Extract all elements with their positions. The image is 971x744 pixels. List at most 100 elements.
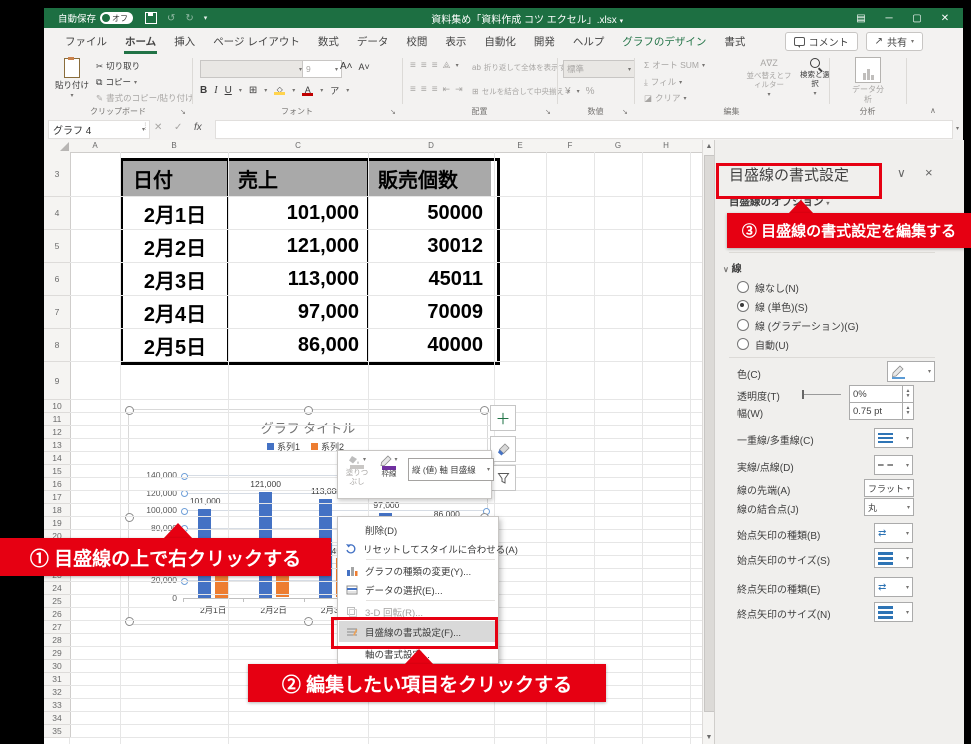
- tab-自動化[interactable]: 自動化: [475, 28, 525, 54]
- spin-field-透明度(T)[interactable]: 0%: [849, 385, 903, 403]
- redo-icon[interactable]: ↻: [185, 13, 193, 24]
- underline-button[interactable]: U: [225, 85, 232, 96]
- font-color-icon[interactable]: A: [302, 86, 313, 96]
- font-size-combo[interactable]: 9▾: [302, 60, 342, 78]
- combo-線の結合点(J)[interactable]: 丸▾: [864, 498, 914, 516]
- fill-button[interactable]: ⤓フィル▾: [644, 76, 682, 88]
- row-header-15[interactable]: 15: [44, 465, 71, 478]
- menu-item-1[interactable]: 削除(D): [339, 520, 497, 539]
- cell-r4c2[interactable]: 50000: [368, 197, 491, 230]
- cell-header-売上[interactable]: 売上: [228, 161, 368, 197]
- row-header-26[interactable]: 26: [44, 608, 71, 621]
- transparency-slider-thumb[interactable]: [802, 390, 804, 399]
- ribbon-display-options-icon[interactable]: ▤: [847, 13, 875, 24]
- clipboard-dialog-launcher-icon[interactable]: ↘: [180, 108, 186, 116]
- chart-selection-handle[interactable]: [125, 617, 134, 626]
- chart-element-selector[interactable]: 縦 (値) 軸 目盛線▾: [408, 458, 494, 481]
- tab-校閲[interactable]: 校閲: [397, 28, 436, 54]
- row-header-30[interactable]: 30: [44, 660, 71, 673]
- menu-item-3[interactable]: グラフの種類の変更(Y)...: [339, 561, 497, 580]
- save-icon[interactable]: [145, 12, 157, 24]
- chart-selection-handle[interactable]: [304, 617, 313, 626]
- dropdown-終点矢印のサイズ(N)[interactable]: ▾: [874, 602, 913, 622]
- font-dialog-launcher-icon[interactable]: ↘: [390, 108, 396, 116]
- menu-item-2[interactable]: リセットしてスタイルに合わせる(A): [339, 539, 497, 558]
- transparency-slider-track[interactable]: [803, 394, 841, 395]
- formula-input[interactable]: [215, 120, 953, 139]
- cell-r5c1[interactable]: 121,000: [228, 230, 368, 263]
- row-header-9[interactable]: 9: [44, 362, 71, 400]
- cell-r6c1[interactable]: 113,000: [228, 263, 368, 296]
- fill-color-icon[interactable]: ◇: [274, 86, 285, 95]
- spin-arrows[interactable]: ▲▼: [903, 385, 914, 403]
- cell-r8c1[interactable]: 86,000: [228, 329, 368, 362]
- dropdown-始点矢印のサイズ(S)[interactable]: ▾: [874, 548, 913, 568]
- comments-button[interactable]: コメント: [785, 32, 858, 51]
- tab-データ[interactable]: データ: [348, 28, 398, 54]
- tab-開発[interactable]: 開発: [525, 28, 564, 54]
- outline-color-button[interactable]: ▾ 枠線: [376, 455, 402, 479]
- cell-header-販売個数[interactable]: 販売個数: [368, 161, 491, 197]
- row-header-12[interactable]: 12: [44, 426, 71, 439]
- row-header-8[interactable]: 8: [44, 329, 71, 362]
- cell-header-日付[interactable]: 日付: [123, 161, 228, 197]
- radio-線なし(N)[interactable]: 線なし(N): [737, 279, 799, 295]
- line-section-header[interactable]: ∨ 線: [723, 260, 742, 275]
- row-header-16[interactable]: 16: [44, 478, 71, 491]
- radio-線 (単色)(S)[interactable]: 線 (単色)(S): [737, 298, 808, 314]
- row-header-27[interactable]: 27: [44, 621, 71, 634]
- radio-自動(U)[interactable]: 自動(U): [737, 336, 789, 352]
- tab-表示[interactable]: 表示: [436, 28, 475, 54]
- chart-selection-handle[interactable]: [125, 513, 134, 522]
- cell-r5c0[interactable]: 2月2日: [123, 230, 228, 263]
- cell-r4c0[interactable]: 2月1日: [123, 197, 228, 230]
- decrease-font-icon[interactable]: A˅: [359, 62, 370, 72]
- dropdown-始点矢印の種類(B)[interactable]: ⇄▾: [874, 523, 913, 543]
- cell-r5c2[interactable]: 30012: [368, 230, 491, 263]
- enter-icon[interactable]: ✓: [174, 122, 182, 133]
- spin-arrows[interactable]: ▲▼: [903, 402, 914, 420]
- cell-r6c0[interactable]: 2月3日: [123, 263, 228, 296]
- minimize-button[interactable]: ─: [875, 13, 903, 24]
- undo-icon[interactable]: ↺: [167, 13, 175, 24]
- row-header-33[interactable]: 33: [44, 699, 71, 712]
- paste-button[interactable]: 貼り付け▾: [54, 58, 90, 99]
- data-analysis-button[interactable]: データ分析: [842, 57, 894, 104]
- pane-collapse-icon[interactable]: ∨: [897, 166, 906, 180]
- chart-title[interactable]: グラフ タイトル: [129, 418, 487, 437]
- column-header-A[interactable]: A: [70, 140, 121, 153]
- quick-access-caret-icon[interactable]: ▾: [204, 14, 208, 22]
- row-header-32[interactable]: 32: [44, 686, 71, 699]
- chart-elements-button[interactable]: ＋: [490, 405, 516, 431]
- valign-icons[interactable]: ≡≡≡⟁▾: [410, 60, 459, 71]
- format-painter-button[interactable]: ✎書式のコピー/貼り付け: [96, 92, 194, 104]
- tab-ページ レイアウト[interactable]: ページ レイアウト: [204, 28, 309, 54]
- column-header-C[interactable]: C: [228, 140, 369, 153]
- cell-r7c0[interactable]: 2月4日: [123, 296, 228, 329]
- percent-icon[interactable]: %: [586, 86, 595, 97]
- cell-r8c0[interactable]: 2月5日: [123, 329, 228, 362]
- combo-線の先端(A)[interactable]: フラット▾: [864, 479, 914, 497]
- cell-r6c2[interactable]: 45011: [368, 263, 491, 296]
- cell-r7c2[interactable]: 70009: [368, 296, 491, 329]
- cell-r4c1[interactable]: 101,000: [228, 197, 368, 230]
- tab-ファイル[interactable]: ファイル: [56, 28, 116, 54]
- share-button[interactable]: ↗共有▾: [866, 32, 923, 51]
- column-header-D[interactable]: D: [368, 140, 495, 153]
- merge-center-button[interactable]: ⊞セルを結合して中央揃え▾: [472, 86, 570, 97]
- dropdown-終点矢印の種類(E)[interactable]: ⇄▾: [874, 577, 913, 597]
- number-dialog-launcher-icon[interactable]: ↘: [622, 108, 628, 116]
- clear-button[interactable]: ◪クリア▾: [644, 92, 687, 104]
- row-header-18[interactable]: 18: [44, 504, 71, 517]
- row-header-35[interactable]: 35: [44, 725, 71, 738]
- menu-item-4[interactable]: データの選択(E)...: [339, 580, 497, 599]
- copy-button[interactable]: ⧉コピー▾: [96, 76, 137, 88]
- column-header-F[interactable]: F: [546, 140, 595, 153]
- cut-button[interactable]: ✂切り取り: [96, 60, 140, 72]
- tab-書式[interactable]: 書式: [715, 28, 754, 54]
- color-picker-button[interactable]: ▾: [887, 361, 935, 382]
- row-header-11[interactable]: 11: [44, 413, 71, 426]
- tab-ヘルプ[interactable]: ヘルプ: [564, 28, 614, 54]
- furigana-icon[interactable]: ア: [330, 84, 339, 97]
- alignment-dialog-launcher-icon[interactable]: ↘: [545, 108, 551, 116]
